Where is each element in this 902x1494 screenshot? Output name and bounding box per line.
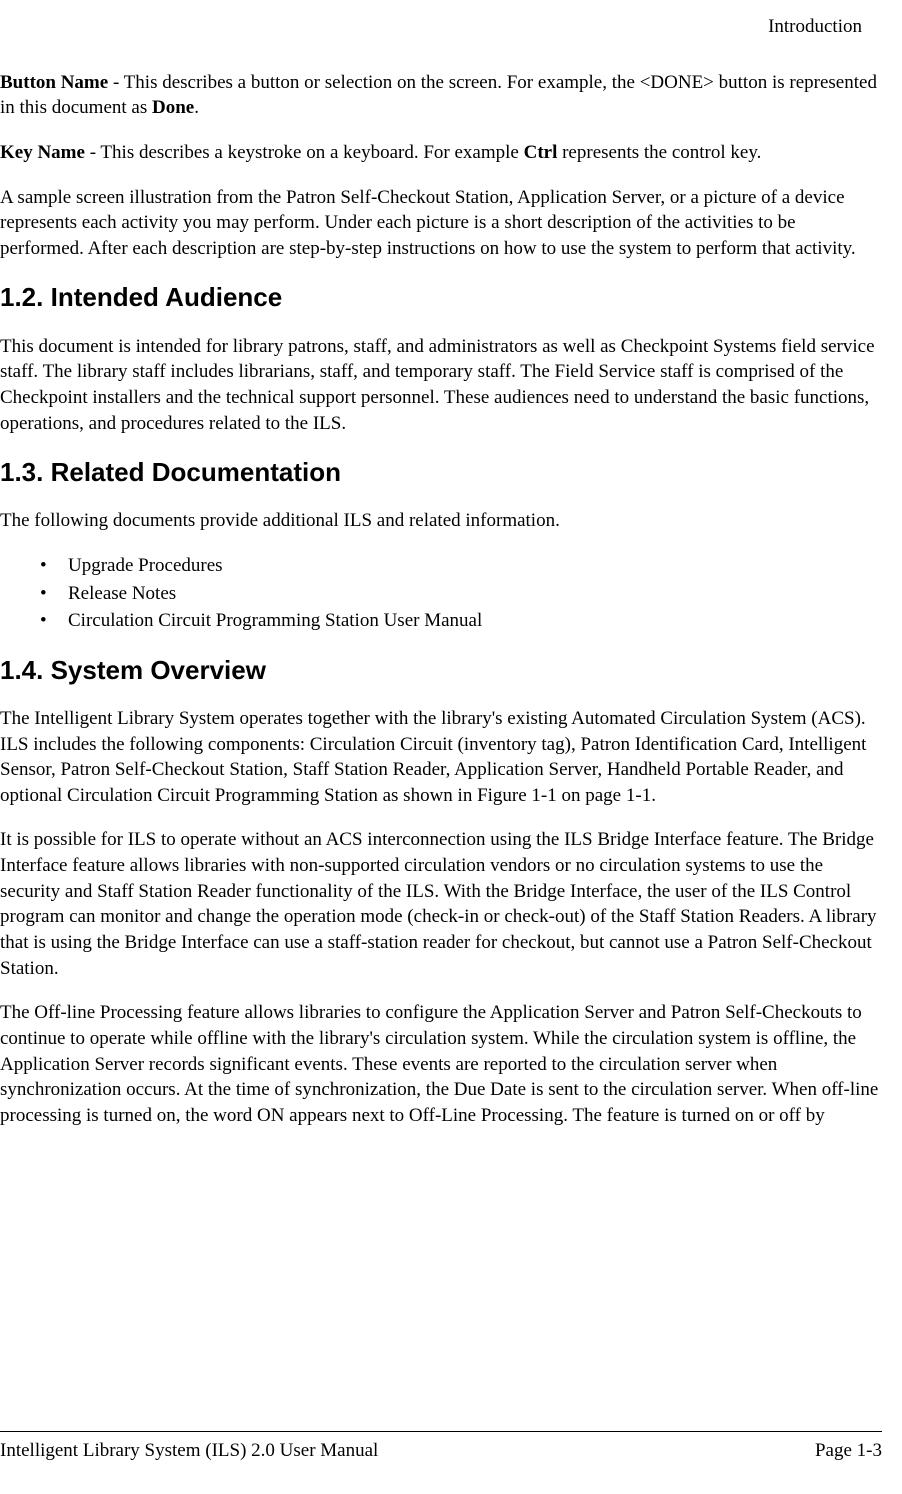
term-ctrl: Ctrl xyxy=(524,142,558,163)
paragraph-sample-screen: A sample screen illustration from the Pa… xyxy=(0,185,882,262)
list-item: Upgrade Procedures xyxy=(40,553,882,579)
heading-intended-audience: 1.2. Intended Audience xyxy=(0,280,882,315)
paragraph-button-name: Button Name - This describes a button or… xyxy=(0,70,882,121)
heading-system-overview: 1.4. System Overview xyxy=(0,653,882,688)
text: - This describes a button or selection o… xyxy=(0,72,877,119)
term-key-name: Key Name xyxy=(0,142,85,163)
list-item: Release Notes xyxy=(40,581,882,607)
heading-related-documentation: 1.3. Related Documentation xyxy=(0,455,882,490)
term-button-name: Button Name xyxy=(0,72,108,93)
related-docs-list: Upgrade Procedures Release Notes Circula… xyxy=(0,553,882,634)
paragraph-system-overview-1: The Intelligent Library System operates … xyxy=(0,706,882,809)
page-content: Button Name - This describes a button or… xyxy=(0,70,882,1129)
term-done: Done xyxy=(152,97,194,118)
footer-title: Intelligent Library System (ILS) 2.0 Use… xyxy=(0,1438,378,1464)
paragraph-system-overview-2: It is possible for ILS to operate withou… xyxy=(0,827,882,981)
page-header-section: Introduction xyxy=(0,14,882,40)
text: - This describes a keystroke on a keyboa… xyxy=(85,142,524,163)
list-item: Circulation Circuit Programming Station … xyxy=(40,608,882,634)
text: . xyxy=(194,97,199,118)
paragraph-system-overview-3: The Off-line Processing feature allows l… xyxy=(0,1000,882,1128)
text: represents the control key. xyxy=(557,142,761,163)
footer-page-number: Page 1-3 xyxy=(815,1438,882,1464)
paragraph-related-docs-intro: The following documents provide addition… xyxy=(0,508,882,534)
paragraph-key-name: Key Name - This describes a keystroke on… xyxy=(0,140,882,166)
page-footer: Intelligent Library System (ILS) 2.0 Use… xyxy=(0,1431,882,1464)
paragraph-intended-audience: This document is intended for library pa… xyxy=(0,334,882,437)
